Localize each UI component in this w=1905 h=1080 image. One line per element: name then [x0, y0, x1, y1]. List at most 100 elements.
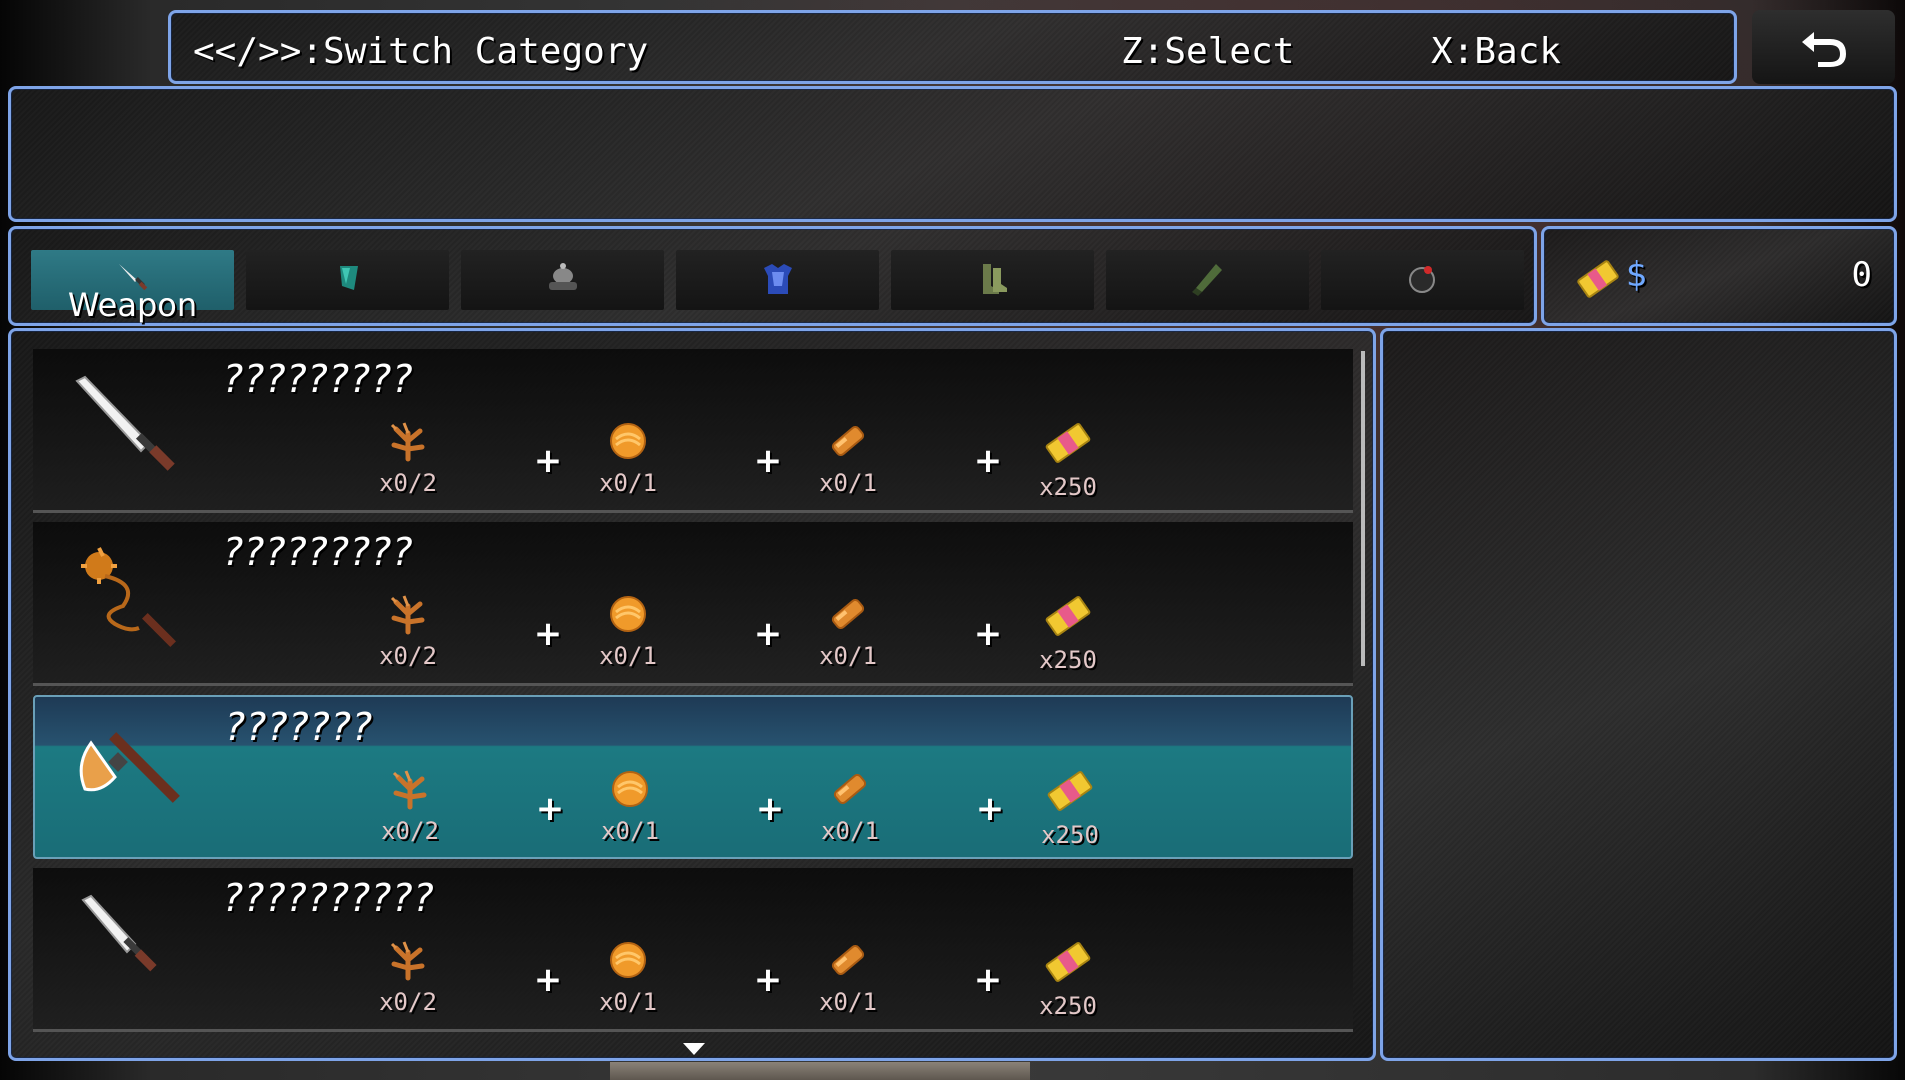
orb-icon — [568, 592, 688, 636]
ingredient: x0/2 — [348, 419, 468, 497]
ingot-icon — [788, 592, 908, 636]
scroll-down-arrow-icon[interactable] — [681, 1041, 707, 1057]
branch-icon — [348, 592, 468, 636]
branch-icon — [350, 767, 470, 811]
ingredient-count: x0/2 — [379, 469, 437, 497]
dagger-icon — [69, 890, 169, 994]
back-button[interactable] — [1752, 10, 1895, 84]
tab-weapon[interactable]: Weapon — [31, 250, 234, 324]
ingredient: x250 — [1008, 938, 1128, 1020]
money-bill-icon — [1010, 767, 1130, 815]
tab-armor[interactable] — [676, 250, 879, 310]
ingredient: x0/1 — [788, 592, 908, 670]
description-window — [8, 86, 1897, 222]
plus-sign: + — [753, 614, 783, 654]
ingredient: x0/1 — [570, 767, 690, 845]
ingredient: x0/1 — [568, 592, 688, 670]
ingredient-count: x250 — [1039, 992, 1097, 1020]
plus-sign: + — [535, 789, 565, 829]
ingredient: x250 — [1008, 419, 1128, 501]
gold-amount: 0 — [1851, 255, 1872, 295]
gold-window: $ 0 — [1541, 226, 1897, 326]
recipe-list: ????????? x0/2 x0/1 x0/1 x250 + + +????????? x0/… — [8, 328, 1376, 1061]
recipe-detail-window — [1380, 328, 1897, 1061]
select-hint: Z:Select — [1121, 31, 1295, 72]
money-bill-icon — [1008, 938, 1128, 986]
ingredient: x0/2 — [350, 767, 470, 845]
ingredient-count: x0/2 — [381, 817, 439, 845]
flail-icon — [69, 544, 189, 668]
ingredient-count: x0/1 — [821, 817, 879, 845]
money-bill-icon — [1008, 419, 1128, 467]
recipe-name: ?????????? — [223, 876, 435, 920]
ingredient-count: x0/1 — [599, 642, 657, 670]
scrollbar[interactable] — [1361, 351, 1365, 666]
orb-icon — [568, 938, 688, 982]
ingredient-count: x0/1 — [819, 469, 877, 497]
tab-shield[interactable] — [246, 250, 449, 310]
plus-sign: + — [973, 441, 1003, 481]
ingredient-count: x250 — [1041, 821, 1099, 849]
recipe-row[interactable]: ??????? x0/2 x0/1 x0/1 x250 + + + — [33, 695, 1353, 859]
helmet-icon — [548, 263, 577, 290]
category-bar: Weapon — [8, 226, 1537, 326]
branch-icon — [348, 938, 468, 982]
plus-sign: + — [533, 441, 563, 481]
plus-sign: + — [753, 960, 783, 1000]
recipe-name: ??????? — [225, 705, 374, 749]
recipe-row[interactable]: ?????????? x0/2 x0/1 x0/1 x250 + + + — [33, 868, 1353, 1032]
ingredient-count: x0/2 — [379, 988, 437, 1016]
ingot-icon — [790, 767, 910, 811]
back-hint: X:Back — [1431, 31, 1562, 72]
recipe-name: ????????? — [223, 357, 414, 401]
shield-icon — [339, 266, 358, 290]
gauntlet-icon — [1191, 264, 1222, 296]
tab-helmet[interactable] — [461, 250, 664, 310]
ingredient: x250 — [1010, 767, 1130, 849]
tab-bomb[interactable] — [1321, 250, 1524, 310]
ingredient-count: x0/1 — [599, 469, 657, 497]
plus-sign: + — [973, 614, 1003, 654]
recipe-row[interactable]: ????????? x0/2 x0/1 x0/1 x250 + + + — [33, 522, 1353, 686]
plus-sign: + — [755, 789, 785, 829]
bomb-icon — [1408, 266, 1435, 293]
ingredient: x0/1 — [568, 938, 688, 1016]
money-bill-icon — [1577, 260, 1619, 298]
axe-icon — [71, 719, 191, 843]
background-detail — [610, 1062, 1030, 1080]
orb-icon — [568, 419, 688, 463]
ingredient-count: x0/2 — [379, 642, 437, 670]
ingredient: x0/1 — [788, 938, 908, 1016]
branch-icon — [348, 419, 468, 463]
ingredient: x0/1 — [788, 419, 908, 497]
plus-sign: + — [973, 960, 1003, 1000]
ingredient-count: x250 — [1039, 646, 1097, 674]
boots-icon — [982, 264, 1007, 294]
ingredient: x250 — [1008, 592, 1128, 674]
ingredient: x0/2 — [348, 938, 468, 1016]
currency-symbol: $ — [1626, 255, 1648, 295]
ingredient: x0/1 — [790, 767, 910, 845]
plus-sign: + — [533, 960, 563, 1000]
help-bar: <</>>:Switch Category Z:Select X:Back — [168, 10, 1737, 84]
ingredient-count: x0/1 — [819, 988, 877, 1016]
money-bill-icon — [1008, 592, 1128, 640]
tab-label-weapon: Weapon — [67, 286, 198, 324]
tab-gauntlet[interactable] — [1106, 250, 1309, 310]
recipe-name: ????????? — [223, 530, 414, 574]
return-arrow-icon — [1802, 32, 1846, 67]
ingot-icon — [788, 938, 908, 982]
plus-sign: + — [753, 441, 783, 481]
tab-boots[interactable] — [891, 250, 1094, 310]
ingredient-count: x0/1 — [601, 817, 659, 845]
ingredient-count: x0/1 — [599, 988, 657, 1016]
ingot-icon — [788, 419, 908, 463]
recipe-row[interactable]: ????????? x0/2 x0/1 x0/1 x250 + + + — [33, 349, 1353, 513]
sword-icon — [69, 371, 179, 485]
ingredient: x0/1 — [568, 419, 688, 497]
ingredient-count: x250 — [1039, 473, 1097, 501]
orb-icon — [570, 767, 690, 811]
plus-sign: + — [975, 789, 1005, 829]
armor-icon — [763, 264, 792, 294]
switch-category-hint: <</>>:Switch Category — [193, 31, 649, 72]
